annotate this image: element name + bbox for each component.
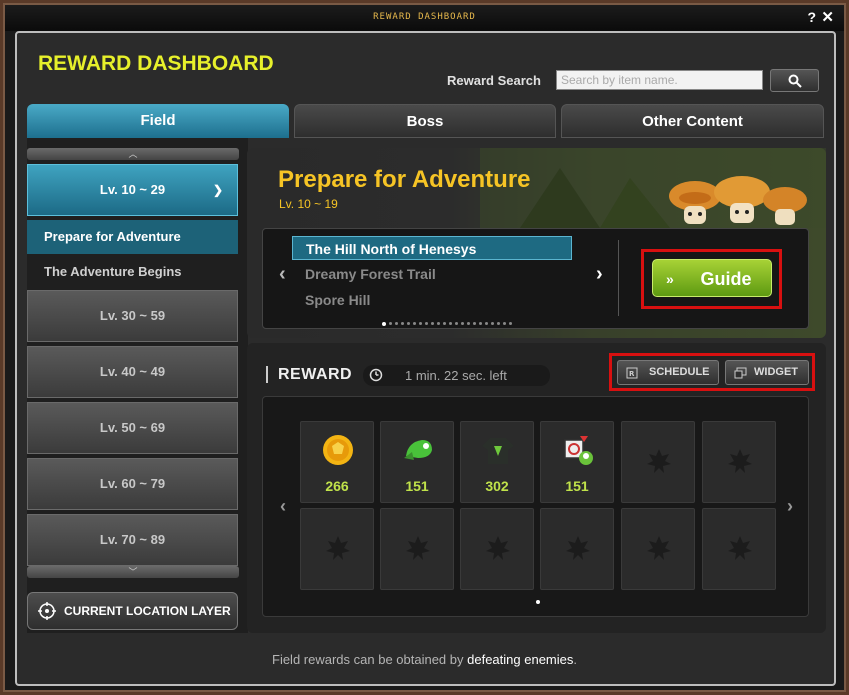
tab-boss[interactable]: Boss <box>294 104 556 138</box>
mushroom-scene-illustration <box>480 148 826 228</box>
maple-leaf-icon <box>728 449 752 473</box>
search-input[interactable] <box>556 70 763 90</box>
chevron-up-icon: ︿ <box>128 149 138 159</box>
footer-end: . <box>573 652 577 667</box>
current-location-layer-button[interactable]: CURRENT LOCATION LAYER <box>27 592 238 630</box>
maple-leaf-icon <box>728 536 752 560</box>
level-group-40-49[interactable]: Lv. 40 ~ 49 <box>27 346 238 398</box>
level-group-10-29[interactable]: Lv. 10 ~ 29 ❯ <box>27 164 238 216</box>
reward-item-slot[interactable]: 302 <box>460 421 534 503</box>
sidebar-scroll-up[interactable]: ︿ <box>27 148 239 160</box>
map-item-the-hill-north-of-henesys[interactable]: The Hill North of Henesys <box>292 236 572 260</box>
sub-area-prepare-for-adventure[interactable]: Prepare for Adventure <box>27 220 238 254</box>
maple-leaf-icon <box>486 536 510 560</box>
reward-item-slot[interactable]: 151 <box>540 421 614 503</box>
maple-leaf-icon <box>406 536 430 560</box>
timer-text: 1 min. 22 sec. left <box>405 368 507 383</box>
dark-shirt-icon <box>482 438 514 464</box>
help-button[interactable]: ? <box>807 9 816 25</box>
reward-next-arrow[interactable]: › <box>787 496 793 517</box>
sub-area-the-adventure-begins[interactable]: The Adventure Begins <box>27 255 238 289</box>
reward-empty-slot <box>300 508 374 590</box>
chevron-down-icon: ❯ <box>212 183 223 197</box>
level-group-label: Lv. 10 ~ 29 <box>99 182 166 197</box>
map-prev-arrow[interactable]: ‹ <box>279 263 286 286</box>
reward-item-count: 302 <box>485 478 509 494</box>
reward-empty-slot <box>540 508 614 590</box>
reward-prev-arrow[interactable]: ‹ <box>280 496 286 517</box>
reward-item-slot[interactable]: 151 <box>380 421 454 503</box>
reward-item-count: 151 <box>405 478 429 494</box>
crosshair-icon <box>38 602 56 620</box>
reward-title: REWARD <box>278 366 353 383</box>
maple-leaf-icon <box>326 536 350 560</box>
reward-empty-slot <box>621 421 695 503</box>
reward-item-count: 266 <box>325 478 349 494</box>
reward-title-bar <box>266 366 268 383</box>
green-cap-icon <box>404 440 432 460</box>
close-button[interactable]: ✕ <box>821 8 834 26</box>
reward-page-indicator <box>536 600 540 604</box>
reward-item-slot[interactable]: 266 <box>300 421 374 503</box>
tab-field[interactable]: Field <box>27 104 289 138</box>
area-title: Prepare for Adventure <box>278 166 531 193</box>
footer-text: Field rewards can be obtained by <box>272 652 468 667</box>
map-item-dreamy-forest-trail[interactable]: Dreamy Forest Trail <box>292 262 572 286</box>
page-title: REWARD DASHBOARD <box>38 52 274 75</box>
window-title: REWARD DASHBOARD <box>373 12 476 22</box>
level-group-30-59[interactable]: Lv. 30 ~ 59 <box>27 290 238 342</box>
chevron-down-icon: ﹀ <box>128 567 138 577</box>
area-level: Lv. 10 ~ 19 <box>279 197 338 211</box>
reward-empty-slot <box>460 508 534 590</box>
mushroom-box-icon <box>564 436 593 465</box>
highlight-box-guide <box>641 249 782 309</box>
sidebar-scroll-down[interactable]: ﹀ <box>27 566 239 578</box>
tab-other-content[interactable]: Other Content <box>561 104 824 138</box>
maple-leaf-icon <box>647 449 671 473</box>
gold-coin-icon <box>323 435 353 465</box>
reward-timer: 1 min. 22 sec. left <box>363 365 550 386</box>
maple-leaf-icon <box>647 536 671 560</box>
reward-empty-slot <box>380 508 454 590</box>
level-group-70-89[interactable]: Lv. 70 ~ 89 <box>27 514 238 566</box>
map-item-spore-hill[interactable]: Spore Hill <box>292 288 572 312</box>
footer-highlight: defeating enemies <box>467 652 574 667</box>
maple-leaf-icon <box>566 536 590 560</box>
search-icon <box>788 74 802 88</box>
location-button-label: CURRENT LOCATION LAYER <box>64 604 231 618</box>
level-group-50-69[interactable]: Lv. 50 ~ 69 <box>27 402 238 454</box>
search-label: Reward Search <box>447 73 541 88</box>
reward-empty-slot <box>702 508 776 590</box>
map-next-arrow[interactable]: › <box>596 263 603 286</box>
title-bar: REWARD DASHBOARD ? ✕ <box>5 5 844 31</box>
level-group-60-79[interactable]: Lv. 60 ~ 79 <box>27 458 238 510</box>
footer-note: Field rewards can be obtained by defeati… <box>0 652 849 667</box>
highlight-box-schedule-widget <box>609 353 815 391</box>
divider <box>618 240 619 316</box>
clock-icon <box>369 368 383 382</box>
search-button[interactable] <box>770 69 819 92</box>
reward-empty-slot <box>621 508 695 590</box>
reward-empty-slot <box>702 421 776 503</box>
reward-item-count: 151 <box>565 478 589 494</box>
map-page-indicator <box>382 315 515 333</box>
